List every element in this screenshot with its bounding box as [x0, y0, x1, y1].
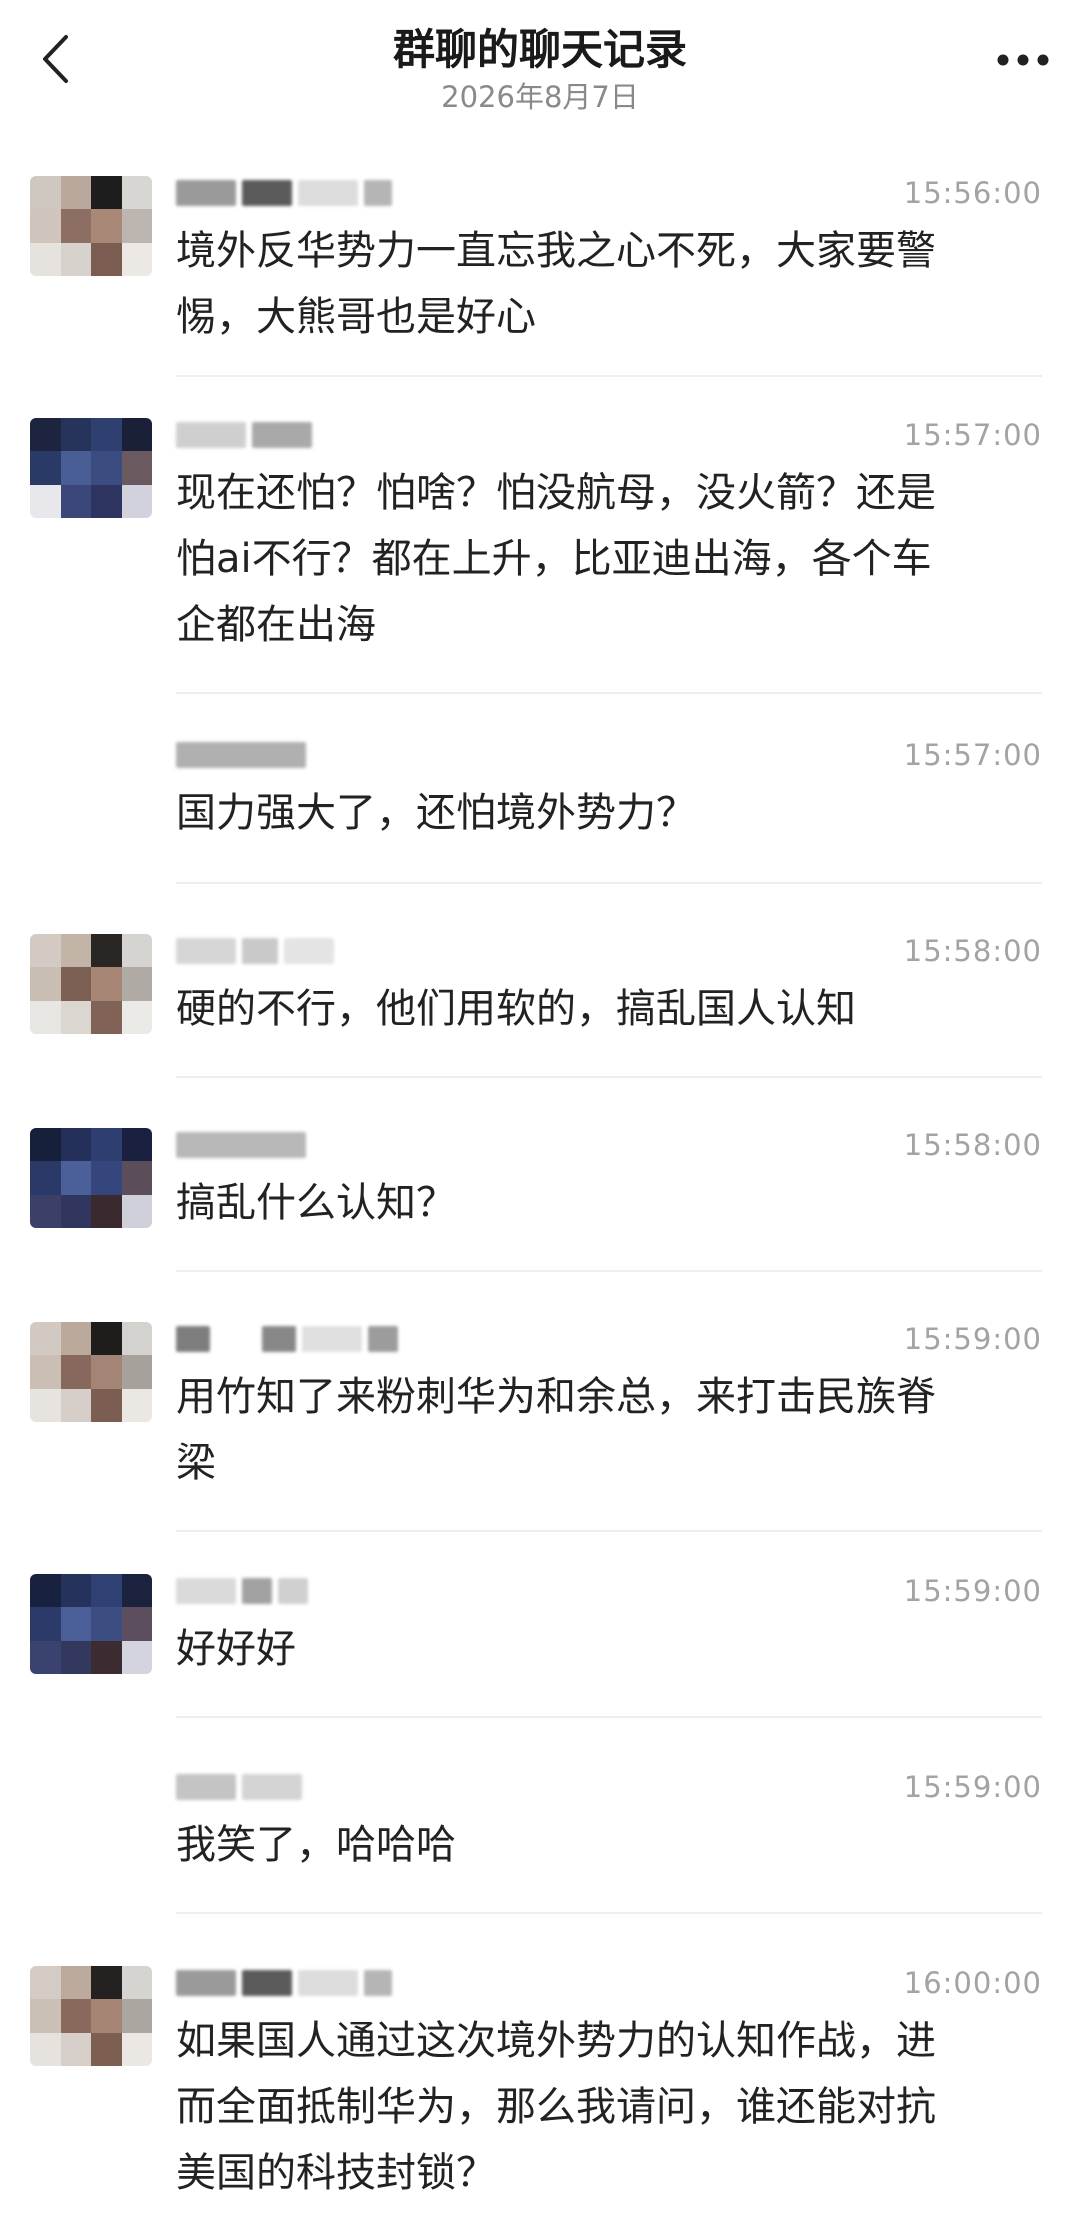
divider — [176, 1270, 1042, 1272]
message-text[interactable]: 硬的不行，他们用软的，搞乱国人认知 — [176, 976, 1046, 1042]
avatar[interactable] — [30, 1574, 152, 1674]
header: 群聊的聊天记录 2026年8月7日 — [0, 0, 1080, 150]
more-dots-icon — [997, 54, 1049, 66]
sender-name-blurred — [176, 178, 406, 208]
sender-name-blurred — [176, 1772, 406, 1802]
divider — [176, 882, 1042, 884]
sender-name-blurred — [176, 740, 406, 770]
message-time: 16:00:00 — [903, 1966, 1042, 2000]
avatar[interactable] — [30, 176, 152, 276]
message-text[interactable]: 国力强大了，还怕境外势力？ — [176, 780, 1046, 846]
chat-date: 2026年8月7日 — [441, 80, 639, 114]
divider — [176, 1912, 1042, 1914]
message-time: 15:58:00 — [903, 1128, 1042, 1162]
more-button[interactable] — [988, 30, 1058, 90]
divider — [176, 1530, 1042, 1532]
sender-name-blurred — [176, 1130, 406, 1160]
sender-name-blurred — [176, 1576, 406, 1606]
sender-name-blurred — [176, 1968, 406, 1998]
message-time: 15:59:00 — [903, 1770, 1042, 1804]
message-text[interactable]: 好好好 — [176, 1616, 1046, 1682]
avatar[interactable] — [30, 1322, 152, 1422]
avatar[interactable] — [30, 1128, 152, 1228]
avatar[interactable] — [30, 418, 152, 518]
divider — [176, 1076, 1042, 1078]
message-time: 15:57:00 — [903, 418, 1042, 452]
message-text[interactable]: 用竹知了来粉刺华为和余总，来打击民族脊 梁 — [176, 1364, 1046, 1496]
message-text[interactable]: 我笑了，哈哈哈 — [176, 1812, 1046, 1878]
message-text[interactable]: 境外反华势力一直忘我之心不死，大家要警 惕，大熊哥也是好心 — [176, 218, 1046, 350]
avatar[interactable] — [30, 1966, 152, 2066]
message-text[interactable]: 现在还怕？怕啥？怕没航母，没火箭？还是 怕ai不行？都在上升，比亚迪出海，各个车… — [176, 460, 1046, 658]
message-time: 15:59:00 — [903, 1322, 1042, 1356]
message-time: 15:56:00 — [903, 176, 1042, 210]
divider — [176, 1716, 1042, 1718]
page-title: 群聊的聊天记录 — [392, 25, 687, 74]
message-text[interactable]: 如果国人通过这次境外势力的认知作战，进 而全面抵制华为，那么我请问，谁还能对抗 … — [176, 2008, 1046, 2206]
message-time: 15:57:00 — [903, 738, 1042, 772]
avatar[interactable] — [30, 934, 152, 1034]
sender-name-blurred — [176, 936, 406, 966]
message-time: 15:59:00 — [903, 1574, 1042, 1608]
divider — [176, 692, 1042, 694]
message-time: 15:58:00 — [903, 934, 1042, 968]
divider — [176, 375, 1042, 377]
sender-name-blurred — [176, 1324, 406, 1354]
message-text[interactable]: 搞乱什么认知？ — [176, 1170, 1046, 1236]
sender-name-blurred — [176, 420, 406, 450]
